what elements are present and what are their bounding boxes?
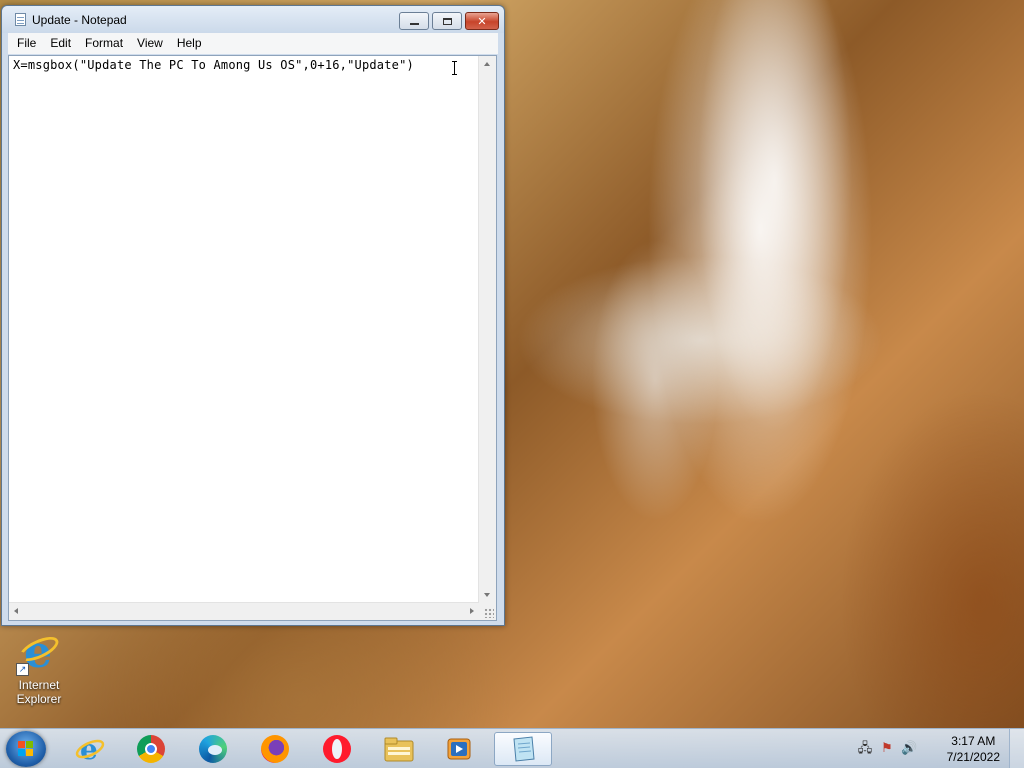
show-desktop-button[interactable] — [1009, 729, 1024, 768]
menu-file[interactable]: File — [8, 33, 43, 54]
resize-grip[interactable] — [479, 603, 496, 620]
internet-explorer-icon: e ↗ — [16, 630, 62, 676]
close-button[interactable]: ✕ — [465, 12, 499, 30]
maximize-icon — [442, 17, 452, 25]
minimize-icon — [409, 23, 419, 25]
chrome-icon — [137, 735, 165, 763]
taskbar: e 🖧 ⚑ 🔊 3:17 AM 7/21/2022 — [0, 728, 1024, 768]
scroll-up-icon[interactable] — [484, 62, 490, 66]
menu-help[interactable]: Help — [170, 33, 209, 54]
scroll-left-icon[interactable] — [14, 608, 18, 614]
edge-icon — [199, 735, 227, 763]
text-editor[interactable]: X=msgbox("Update The PC To Among Us OS",… — [8, 55, 497, 621]
network-icon[interactable]: 🖧 — [857, 741, 873, 757]
notepad-icon — [15, 13, 26, 26]
taskbar-chrome[interactable] — [125, 732, 177, 766]
system-tray: 🖧 ⚑ 🔊 3:17 AM 7/21/2022 — [854, 729, 1024, 768]
notepad-icon — [513, 736, 535, 762]
taskbar-edge[interactable] — [187, 732, 239, 766]
menu-view[interactable]: View — [130, 33, 170, 54]
svg-text:e: e — [80, 734, 98, 764]
clock-date: 7/21/2022 — [946, 750, 1000, 764]
internet-explorer-icon: e — [75, 734, 105, 764]
horizontal-scrollbar[interactable] — [9, 602, 479, 620]
taskbar-opera[interactable] — [311, 732, 363, 766]
taskbar-media-player[interactable] — [433, 732, 485, 766]
grip-icon — [484, 608, 494, 618]
menu-edit[interactable]: Edit — [43, 33, 78, 54]
minimize-button[interactable] — [399, 12, 429, 30]
clock-time: 3:17 AM — [951, 734, 996, 748]
firefox-icon — [261, 735, 289, 763]
menu-bar: File Edit Format View Help — [8, 33, 498, 54]
vertical-scrollbar[interactable] — [478, 56, 496, 603]
taskbar-internet-explorer[interactable]: e — [64, 732, 116, 766]
clock[interactable]: 3:17 AM 7/21/2022 — [947, 733, 1000, 765]
opera-icon — [323, 735, 351, 763]
notepad-window: Update - Notepad ✕ File Edit Format View… — [1, 5, 505, 626]
taskbar-firefox[interactable] — [249, 732, 301, 766]
windows-logo-icon — [18, 741, 34, 757]
close-icon: ✕ — [477, 14, 487, 28]
desktop-icon-internet-explorer[interactable]: e ↗ Internet Explorer — [5, 630, 73, 706]
volume-icon[interactable]: 🔊 — [901, 741, 917, 757]
desktop-icon-label-line1: Internet — [18, 678, 60, 692]
wallpaper — [505, 0, 1024, 728]
window-title: Update - Notepad — [32, 13, 127, 27]
text-cursor-icon — [452, 61, 457, 75]
desktop-icon-label-line2: Explorer — [16, 692, 62, 706]
document-text[interactable]: X=msgbox("Update The PC To Among Us OS",… — [13, 58, 414, 72]
start-button[interactable] — [6, 731, 46, 767]
taskbar-file-explorer[interactable] — [373, 732, 425, 766]
taskbar-notepad[interactable] — [494, 732, 552, 766]
shortcut-arrow-icon: ↗ — [16, 663, 29, 676]
file-explorer-icon — [384, 737, 414, 762]
menu-format[interactable]: Format — [78, 33, 130, 54]
scroll-down-icon[interactable] — [484, 593, 490, 597]
title-bar[interactable]: Update - Notepad ✕ — [2, 6, 504, 33]
action-center-icon[interactable]: ⚑ — [879, 741, 895, 757]
media-player-icon — [447, 738, 471, 760]
maximize-button[interactable] — [432, 12, 462, 30]
scroll-right-icon[interactable] — [470, 608, 474, 614]
